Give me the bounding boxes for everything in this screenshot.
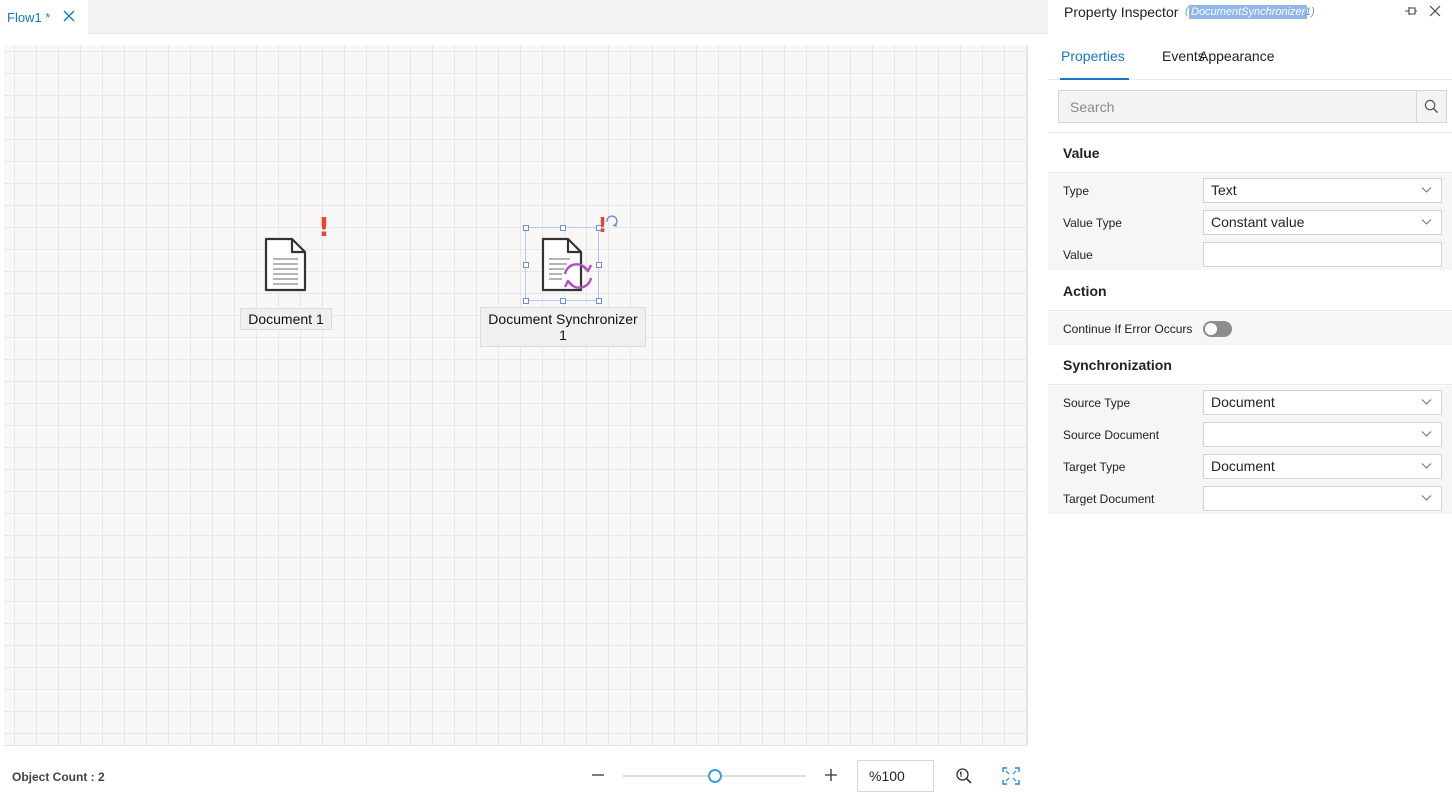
resize-handle[interactable] [523,298,529,304]
section-action-title: Action [1063,283,1107,299]
document-tab-bar: Flow1 * [0,0,1048,35]
prop-label: Type [1063,184,1090,198]
inspector-subtitle-selected: DocumentSynchronizer [1189,5,1308,19]
chevron-down-icon [1421,495,1432,501]
node-label-line: 1 [559,327,567,343]
resize-handle[interactable] [560,225,566,231]
tab-appearance[interactable]: Appearance [1199,48,1275,64]
object-count: Object Count : 2 [12,770,105,784]
prop-row-target-type: Target Type Document [1048,450,1452,482]
target-type-select[interactable]: Document [1203,454,1442,479]
tab-flow1[interactable]: Flow1 * [0,0,88,35]
resize-handle[interactable] [523,262,529,268]
chevron-down-icon [1421,187,1432,193]
node-document-synchronizer-1-label: Document Synchronizer 1 [480,307,646,347]
inspector-tabs: Properties Events Appearance [1048,38,1452,80]
type-select[interactable]: Text [1203,178,1442,203]
prop-row-continue-if-error: Continue If Error Occurs [1048,312,1452,345]
section-synchronization-title: Synchronization [1063,357,1172,373]
search-button[interactable] [1416,91,1446,122]
search-icon [1424,99,1439,114]
section-value-header[interactable]: Value [1048,133,1452,173]
resize-handle[interactable] [596,298,602,304]
tab-properties[interactable]: Properties [1061,48,1125,64]
toggle-knob [1205,323,1217,335]
prop-label: Continue If Error Occurs [1063,322,1193,336]
chevron-down-icon [1421,463,1432,469]
tab-flow1-label: Flow1 * [7,10,51,25]
rotate-handle-icon[interactable] [604,214,618,228]
prop-label: Value [1063,248,1093,262]
node-label-line: Document Synchronizer [488,311,638,327]
inspector-title: Property Inspector [1064,4,1179,20]
chevron-down-icon [1421,431,1432,437]
chevron-down-icon [1421,399,1432,405]
close-icon[interactable] [62,9,76,23]
target-document-select[interactable] [1203,486,1442,511]
flow-editor: Flow1 * ! Document 1 ! Document Synchron… [0,0,1048,796]
zoom-out-icon[interactable] [589,766,607,784]
resize-handle[interactable] [596,262,602,268]
resize-handle[interactable] [560,298,566,304]
node-document-1-label: Document 1 [240,308,332,330]
search-input[interactable] [1059,91,1416,122]
prop-row-value: Value [1048,238,1452,270]
property-search [1058,90,1447,123]
error-mark: ! [318,213,330,243]
section-value-title: Value [1063,145,1100,161]
document-sync-icon [541,237,593,292]
prop-row-source-type: Source Type Document [1048,386,1452,418]
inspector-subtitle-tail: 1) [1305,6,1315,18]
resize-handle[interactable] [523,225,529,231]
prop-row-value-type: Value Type Constant value [1048,206,1452,238]
zoom-in-icon[interactable] [822,766,840,784]
prop-label: Source Document [1063,428,1160,442]
flow-canvas[interactable]: ! Document 1 ! Document Synchronizer 1 [4,45,1028,746]
prop-label: Value Type [1063,216,1122,230]
section-synchronization-header[interactable]: Synchronization [1048,345,1452,385]
prop-row-source-document: Source Document [1048,418,1452,450]
value-input[interactable] [1203,242,1442,267]
zoom-level-input[interactable] [857,760,934,792]
select-value: Constant value [1211,214,1305,230]
zoom-reset-icon[interactable] [955,767,973,785]
prop-label: Source Type [1063,396,1131,410]
select-value: Text [1211,182,1237,198]
value-type-select[interactable]: Constant value [1203,210,1442,235]
node-document-synchronizer-1[interactable]: ! Document Synchronizer 1 [480,213,646,348]
section-action-header[interactable]: Action [1048,271,1452,311]
source-type-select[interactable]: Document [1203,390,1442,415]
document-icon [264,237,307,292]
node-document-1[interactable]: ! Document 1 [234,213,344,333]
prop-row-target-document: Target Document [1048,482,1452,514]
prop-label: Target Document [1063,492,1155,506]
zoom-slider-thumb[interactable] [707,769,722,783]
active-tab-indicator [1060,78,1129,80]
continue-if-error-toggle[interactable] [1203,321,1232,337]
fit-to-screen-icon[interactable] [1002,767,1020,785]
pin-icon[interactable] [1404,4,1418,18]
select-value: Document [1211,394,1275,410]
prop-row-type: Type Text [1048,174,1452,206]
chevron-down-icon [1421,219,1432,225]
source-document-select[interactable] [1203,422,1442,447]
select-value: Document [1211,458,1275,474]
property-inspector: Property Inspector ( DocumentSynchronize… [1048,0,1452,796]
prop-label: Target Type [1063,460,1126,474]
close-icon[interactable] [1428,4,1442,18]
